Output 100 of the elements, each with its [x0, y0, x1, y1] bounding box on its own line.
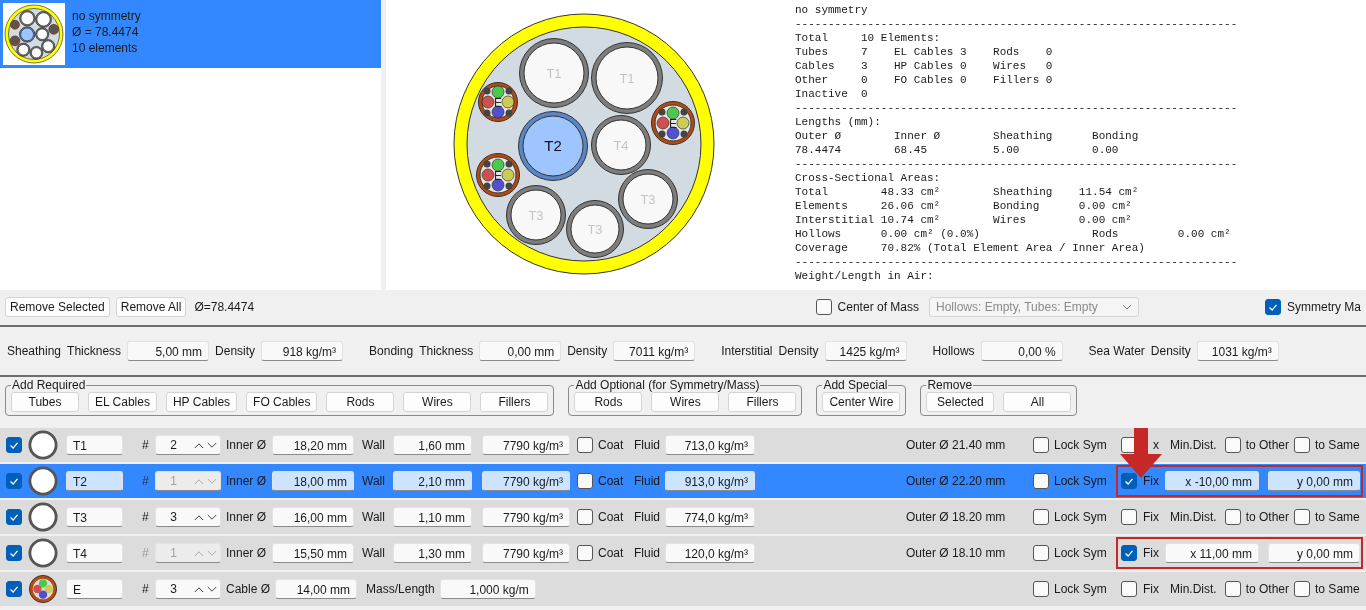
x-position-field[interactable]: x 11,00 mm — [1165, 543, 1259, 563]
add-button[interactable]: Rods — [574, 392, 643, 412]
add-button[interactable]: Tubes — [11, 392, 79, 412]
checkbox[interactable] — [1033, 473, 1049, 489]
add-button[interactable]: Wires — [403, 392, 472, 412]
wall-field[interactable]: 2,10 mm — [393, 471, 472, 491]
element-row[interactable]: T2 # 1 Inner Ø 18,00 mm Wall 2,10 mm 7790 kg/m³ Coat Fluid 913,0 kg/m³ Outer Ø 22.20 mm Lock Sym Fix x -10,00 mm y 0,00 mm — [0, 464, 1366, 498]
count-spinner[interactable]: 2 — [155, 435, 221, 455]
element-row[interactable]: T1 # 2 Inner Ø 18,20 mm Wall 1,60 mm 7790 kg/m³ Coat Fluid 713,0 kg/m³ Outer Ø 21.40 mm Lock Sym x Min.Dist. to Other to Same — [0, 428, 1366, 462]
checkbox[interactable] — [577, 509, 593, 525]
toolbar-button[interactable]: Remove Selected — [5, 297, 110, 317]
y-position-field[interactable]: y 0,00 mm — [1268, 471, 1360, 491]
checkbox[interactable] — [6, 473, 22, 489]
x-position-field[interactable]: x -10,00 mm — [1165, 471, 1259, 491]
checkbox[interactable] — [1033, 509, 1049, 525]
tube-drawing[interactable] — [518, 111, 588, 181]
y-position-field[interactable]: y 0,00 mm — [1268, 543, 1360, 563]
checkbox[interactable] — [1121, 509, 1137, 525]
checkbox[interactable] — [1224, 509, 1241, 525]
name-field[interactable]: T1 — [66, 435, 123, 455]
checkbox[interactable] — [6, 581, 22, 597]
chevron-down-icon[interactable] — [207, 441, 217, 449]
checkbox[interactable] — [1224, 437, 1241, 453]
checkbox[interactable] — [6, 545, 22, 561]
checkbox[interactable] — [1033, 581, 1049, 597]
checkbox[interactable] — [577, 437, 593, 453]
input-field[interactable]: 7011 kg/m³ — [613, 341, 696, 361]
fluid-density-field[interactable]: 713,0 kg/m³ — [665, 435, 755, 455]
density-field[interactable]: 7790 kg/m³ — [482, 543, 570, 563]
wall-field[interactable]: 1,10 mm — [393, 507, 472, 527]
count-spinner[interactable]: 3 — [155, 507, 221, 527]
add-button[interactable]: EL Cables — [88, 392, 157, 412]
checkbox[interactable] — [6, 509, 22, 525]
input-field[interactable]: 0,00 % — [980, 341, 1063, 361]
add-button[interactable]: All — [1003, 392, 1072, 412]
fluid-density-field[interactable]: 120,0 kg/m³ — [665, 543, 755, 563]
inner-diameter-field[interactable]: 16,00 mm — [272, 507, 354, 527]
checkbox[interactable] — [1294, 581, 1311, 597]
inner-diameter-field[interactable]: 18,20 mm — [272, 435, 354, 455]
fluid-density-field[interactable]: 774,0 kg/m³ — [665, 507, 755, 527]
chevron-up-icon[interactable] — [194, 441, 204, 449]
name-field[interactable]: T4 — [66, 543, 123, 563]
tube-drawing[interactable] — [519, 38, 589, 108]
toolbar-button[interactable]: Remove All — [115, 297, 187, 317]
fluid-density-field[interactable]: 913,0 kg/m³ — [665, 471, 755, 491]
add-button[interactable]: FO Cables — [246, 392, 318, 412]
input-field[interactable]: 0,00 mm — [479, 341, 562, 361]
checkbox[interactable] — [1121, 473, 1137, 489]
tube-drawing[interactable] — [566, 200, 624, 258]
cable-drawing[interactable] — [651, 101, 695, 145]
checkbox[interactable] — [1224, 581, 1241, 597]
inner-diameter-field[interactable]: 18,00 mm — [272, 471, 354, 491]
checkbox[interactable] — [815, 299, 832, 315]
checkbox[interactable] — [577, 545, 593, 561]
checkbox[interactable] — [1294, 509, 1311, 525]
density-field[interactable]: 7790 kg/m³ — [482, 507, 570, 527]
add-button[interactable]: Fillers — [480, 392, 549, 412]
tube-drawing[interactable] — [506, 185, 566, 245]
tube-drawing[interactable] — [591, 115, 651, 175]
wall-field[interactable]: 1,60 mm — [393, 435, 472, 455]
checkbox[interactable] — [1121, 545, 1137, 561]
chevron-up-icon[interactable] — [194, 585, 204, 593]
inner-diameter-field[interactable]: 15,50 mm — [272, 543, 354, 563]
input-field[interactable]: 1425 kg/m³ — [824, 341, 907, 361]
input-field[interactable]: 918 kg/m³ — [261, 341, 344, 361]
checkbox[interactable] — [1033, 545, 1049, 561]
name-field[interactable]: T3 — [66, 507, 123, 527]
chevron-down-icon[interactable] — [207, 585, 217, 593]
wall-field[interactable]: 1,30 mm — [393, 543, 472, 563]
add-button[interactable]: Center Wire — [822, 392, 901, 412]
checkbox[interactable] — [1121, 581, 1137, 597]
checkbox[interactable] — [577, 473, 593, 489]
tube-drawing[interactable] — [618, 169, 678, 229]
name-field[interactable]: E — [66, 579, 123, 599]
add-button[interactable]: Wires — [651, 392, 720, 412]
add-button[interactable]: HP Cables — [165, 392, 238, 412]
input-field[interactable]: 1031 kg/m³ — [1196, 341, 1279, 361]
chevron-up-icon[interactable] — [194, 513, 204, 521]
input-field[interactable]: 5,00 mm — [127, 341, 210, 361]
element-row[interactable]: E # 3 Cable Ø 14,00 mm Mass/Length 1,000 kg/m Lock Sym Fix Min.Dist. to Other to Same — [0, 572, 1366, 606]
element-row[interactable]: T3 # 3 Inner Ø 16,00 mm Wall 1,10 mm 7790 kg/m³ Coat Fluid 774,0 kg/m³ Outer Ø 18.20 mm Lock Sym Fix Min.Dist. to Other to Same — [0, 500, 1366, 534]
checkbox[interactable] — [1265, 299, 1281, 315]
checkbox[interactable] — [1294, 437, 1311, 453]
element-row[interactable]: T4 # 1 Inner Ø 15,50 mm Wall 1,30 mm 7790 kg/m³ Coat Fluid 120,0 kg/m³ Outer Ø 18.10 mm Lock Sym Fix x 11,00 mm y 0,00 mm — [0, 536, 1366, 570]
add-button[interactable]: Selected — [926, 392, 995, 412]
add-button[interactable]: Rods — [326, 392, 395, 412]
density-field[interactable]: 7790 kg/m³ — [482, 471, 570, 491]
mass-length-field[interactable]: 1,000 kg/m — [439, 579, 536, 599]
design-list-item[interactable]: no symmetry Ø = 78.4474 10 elements — [0, 0, 381, 68]
checkbox[interactable] — [6, 437, 22, 453]
count-spinner[interactable]: 3 — [155, 579, 221, 599]
chevron-down-icon[interactable] — [207, 513, 217, 521]
cable-diameter-field[interactable]: 14,00 mm — [275, 579, 358, 599]
density-field[interactable]: 7790 kg/m³ — [482, 435, 570, 455]
cable-drawing[interactable] — [476, 153, 520, 197]
cable-drawing[interactable] — [478, 82, 518, 122]
name-field[interactable]: T2 — [66, 471, 123, 491]
add-button[interactable]: Fillers — [728, 392, 797, 412]
tube-drawing[interactable] — [591, 42, 663, 114]
checkbox[interactable] — [1033, 437, 1049, 453]
